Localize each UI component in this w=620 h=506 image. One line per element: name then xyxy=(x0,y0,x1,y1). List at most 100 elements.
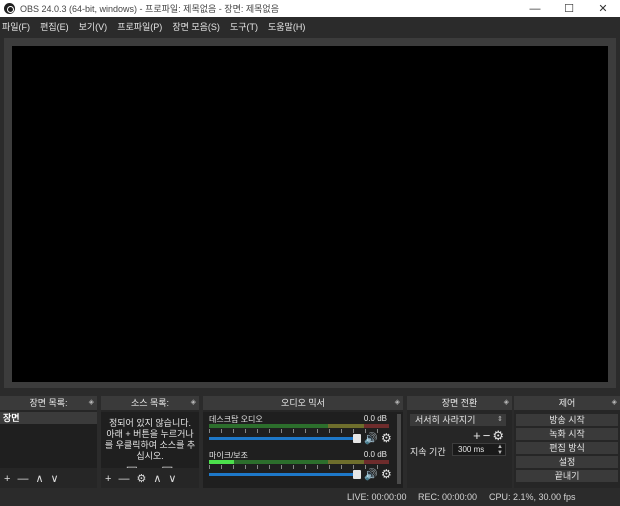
scenes-title-label: 장면 목록: xyxy=(29,398,68,408)
menu-tools[interactable]: 도구(T) xyxy=(230,20,258,33)
dock-float-icon[interactable]: ◈ xyxy=(191,396,196,410)
sources-dock-title: 소스 목록: ◈ xyxy=(101,396,199,410)
gear-icon[interactable]: ⚙ xyxy=(492,428,506,443)
volume-slider-handle[interactable] xyxy=(353,434,361,443)
speaker-icon[interactable]: 🔊 xyxy=(364,468,378,481)
sources-toolbar: + — ⚙ ∧ ∨ xyxy=(101,470,199,488)
transitions-dock: 장면 전환 ◈ 서서히 사라지기 ⇕ +−⚙ 지속 기간 300 ms ▲ ▼ xyxy=(407,396,512,488)
controls-dock: 제어 ◈ 방송 시작 녹화 시작 편집 방식 설정 끝내기 xyxy=(514,396,620,488)
preview-area xyxy=(4,38,616,388)
gear-icon[interactable]: ⚙ xyxy=(381,467,392,481)
add-transition-button[interactable]: + xyxy=(473,428,483,443)
sources-title-label: 소스 목록: xyxy=(130,398,170,408)
controls-dock-title: 제어 ◈ xyxy=(514,396,620,410)
move-scene-up-button[interactable]: ∧ xyxy=(35,470,43,488)
menu-profile[interactable]: 프로파일(P) xyxy=(117,20,162,33)
menu-scene-collection[interactable]: 장면 모음(S) xyxy=(172,20,220,33)
source-properties-button[interactable]: ⚙ xyxy=(136,470,146,488)
duration-spinbox[interactable]: 300 ms ▲ ▼ xyxy=(452,443,506,456)
dock-float-icon[interactable]: ◈ xyxy=(395,396,400,410)
mixer-body: 데스크탑 오디오 0.0 dB 🔊 ⚙ 마이크/보조 0.0 dB 🔊 ⚙ xyxy=(203,412,403,488)
cpu-status: CPU: 2.1%, 30.00 fps xyxy=(489,492,576,502)
remove-scene-button[interactable]: — xyxy=(17,470,28,488)
meter-ticks xyxy=(209,465,389,469)
meter-ticks xyxy=(209,429,389,433)
duration-label: 지속 기간 xyxy=(410,447,446,457)
spin-arrows-icon[interactable]: ▲ ▼ xyxy=(497,444,503,456)
volume-meter xyxy=(209,460,389,464)
volume-meter xyxy=(209,424,389,428)
controls-body: 방송 시작 녹화 시작 편집 방식 설정 끝내기 xyxy=(514,412,620,488)
menu-view[interactable]: 보기(V) xyxy=(79,20,108,33)
sources-empty-line: 를 우클릭하여 소스를 추 xyxy=(104,440,196,450)
meter-level xyxy=(209,460,235,464)
volume-slider[interactable] xyxy=(209,470,361,479)
sources-empty-line: 정되어 있지 않습니다. xyxy=(108,418,192,428)
audio-mixer-dock: 오디오 믹서 ◈ 데스크탑 오디오 0.0 dB 🔊 ⚙ 마이크/보조 0.0 … xyxy=(203,396,403,488)
channel-db: 0.0 dB xyxy=(363,450,387,459)
transitions-body: 서서히 사라지기 ⇕ +−⚙ 지속 기간 300 ms ▲ ▼ xyxy=(407,412,512,488)
close-button[interactable]: ✕ xyxy=(586,0,620,17)
gear-icon[interactable]: ⚙ xyxy=(381,431,392,445)
media-source-icon: ◕ xyxy=(152,463,161,468)
add-scene-button[interactable]: + xyxy=(4,470,10,488)
scene-item[interactable]: 장면 xyxy=(0,412,97,424)
window-titlebar: OBS 24.0.3 (64-bit, windows) - 프로파일: 제목없… xyxy=(0,0,620,17)
scenes-list[interactable]: 장면 xyxy=(0,412,97,468)
rec-status: REC: 00:00:00 xyxy=(418,492,478,502)
source-type-icons: ▣▭◕▤ xyxy=(103,463,197,468)
volume-slider[interactable] xyxy=(209,434,361,443)
menu-help[interactable]: 도움말(H) xyxy=(268,20,305,33)
duration-value: 300 ms xyxy=(458,445,485,454)
status-bar: LIVE: 00:00:00 REC: 00:00:00 CPU: 2.1%, … xyxy=(0,489,620,506)
exit-button[interactable]: 끝내기 xyxy=(516,470,618,482)
add-source-button[interactable]: + xyxy=(105,470,111,488)
minimize-button[interactable]: — xyxy=(518,0,552,17)
start-recording-button[interactable]: 녹화 시작 xyxy=(516,428,618,440)
studio-mode-button[interactable]: 편집 방식 xyxy=(516,442,618,454)
speaker-icon[interactable]: 🔊 xyxy=(364,432,378,445)
sources-empty-line: 십시오. xyxy=(136,451,164,461)
maximize-button[interactable]: ☐ xyxy=(552,0,586,17)
mixer-channel-mic: 마이크/보조 0.0 dB 🔊 ⚙ xyxy=(207,450,399,486)
transitions-title-label: 장면 전환 xyxy=(441,398,478,408)
transition-select[interactable]: 서서히 사라지기 ⇕ xyxy=(410,414,506,426)
transitions-dock-title: 장면 전환 ◈ xyxy=(407,396,512,410)
sources-list[interactable]: 정되어 있지 않습니다. 아래 + 버튼을 누르거나 를 우클릭하여 소스를 추… xyxy=(101,412,199,468)
sources-dock: 소스 목록: ◈ 정되어 있지 않습니다. 아래 + 버튼을 누르거나 를 우클… xyxy=(101,396,199,488)
controls-title-label: 제어 xyxy=(558,398,576,408)
menu-edit[interactable]: 편집(E) xyxy=(40,20,69,33)
mixer-title-label: 오디오 믹서 xyxy=(281,398,325,408)
chevron-updown-icon: ⇕ xyxy=(497,416,503,423)
image-source-icon: ▣ xyxy=(126,463,139,468)
dock-float-icon[interactable]: ◈ xyxy=(612,396,617,410)
scenes-dock-title: 장면 목록: ◈ xyxy=(0,396,97,410)
transition-selected-value: 서서히 사라지기 xyxy=(415,415,476,425)
start-streaming-button[interactable]: 방송 시작 xyxy=(516,414,618,426)
preview-canvas[interactable] xyxy=(12,46,608,382)
menu-bar: 파일(F) 편집(E) 보기(V) 프로파일(P) 장면 모음(S) 도구(T)… xyxy=(0,17,620,35)
scenes-dock: 장면 목록: ◈ 장면 + — ∧ ∨ xyxy=(0,396,97,488)
move-source-down-button[interactable]: ∨ xyxy=(168,470,176,488)
sources-empty-line: 아래 + 버튼을 누르거나 xyxy=(106,429,194,439)
mixer-scrollbar[interactable] xyxy=(397,414,401,484)
scenes-toolbar: + — ∧ ∨ xyxy=(0,470,97,488)
mixer-channel-desktop: 데스크탑 오디오 0.0 dB 🔊 ⚙ xyxy=(207,414,399,450)
dock-float-icon[interactable]: ◈ xyxy=(89,396,94,410)
settings-button[interactable]: 설정 xyxy=(516,456,618,468)
remove-transition-button[interactable]: − xyxy=(483,428,493,443)
volume-slider-handle[interactable] xyxy=(353,470,361,479)
remove-source-button[interactable]: — xyxy=(118,470,129,488)
mixer-dock-title: 오디오 믹서 ◈ xyxy=(203,396,403,410)
live-status: LIVE: 00:00:00 xyxy=(347,492,407,502)
obs-logo-icon xyxy=(4,3,15,14)
camera-source-icon: ▤ xyxy=(161,463,174,468)
channel-db: 0.0 dB xyxy=(363,414,387,423)
transition-buttons: +−⚙ xyxy=(473,428,506,444)
display-source-icon: ▭ xyxy=(139,463,152,468)
menu-file[interactable]: 파일(F) xyxy=(2,20,30,33)
move-source-up-button[interactable]: ∧ xyxy=(153,470,161,488)
window-title: OBS 24.0.3 (64-bit, windows) - 프로파일: 제목없… xyxy=(20,4,279,14)
dock-float-icon[interactable]: ◈ xyxy=(504,396,509,410)
move-scene-down-button[interactable]: ∨ xyxy=(51,470,59,488)
